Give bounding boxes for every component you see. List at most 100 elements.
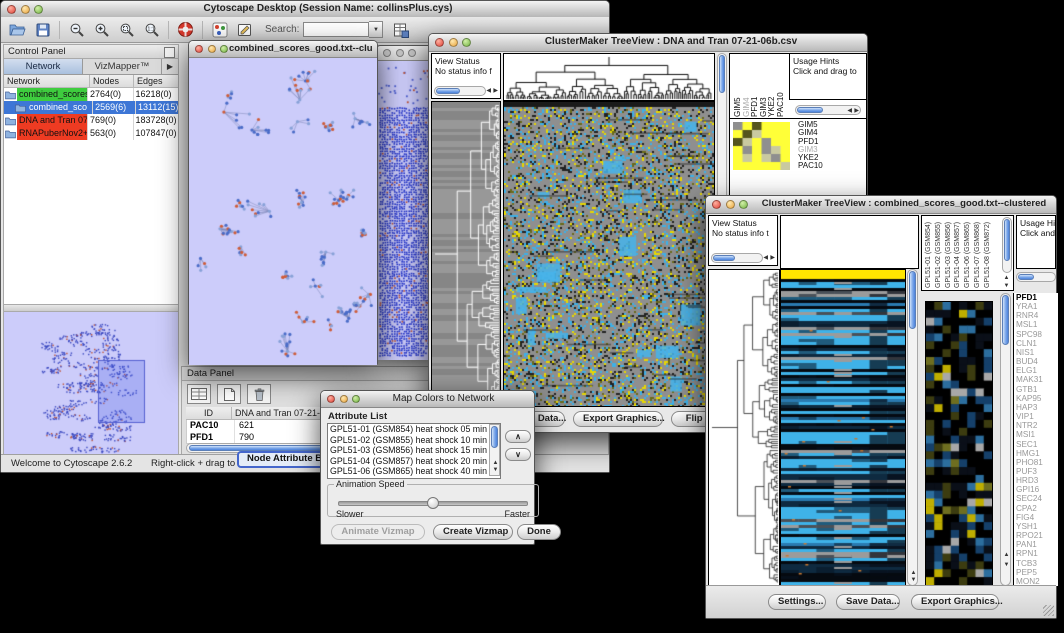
column-header-nodes[interactable]: Nodes — [90, 75, 134, 88]
scroll-left-arrow[interactable]: ◀ — [486, 88, 491, 94]
network-row[interactable]: combined_scores 2764(0) 16218(0) — [4, 88, 178, 101]
gene-label[interactable]: HMG1 — [1016, 449, 1058, 458]
gene-label[interactable]: HAP3 — [1016, 403, 1058, 412]
speed-slider-thumb[interactable] — [427, 497, 439, 509]
tv2-col-label[interactable]: GPL51-01 (GSM854) — [924, 218, 934, 288]
tv2-col-label[interactable]: GPL51-07 (GSM868) — [973, 218, 983, 288]
tv2-col-label[interactable]: GPL51-08 (GSM872) — [983, 218, 993, 288]
scroll-right-arrow[interactable]: ▶ — [854, 108, 859, 114]
gene-label[interactable]: PFD1 — [1016, 293, 1058, 302]
gene-label[interactable]: VIP1 — [1016, 412, 1058, 421]
attribute-item[interactable]: GPL51-06 (GSM865) heat shock 40 min — [328, 466, 488, 477]
done-button[interactable]: Done — [517, 524, 561, 540]
open-session-button[interactable] — [6, 19, 29, 40]
zoom-in-button[interactable] — [90, 19, 113, 40]
gene-label[interactable]: MAK31 — [1016, 375, 1058, 384]
zoom-button[interactable] — [34, 5, 43, 14]
close-button[interactable] — [327, 395, 335, 403]
tv1-heatmap[interactable] — [504, 102, 714, 406]
dialog-titlebar[interactable]: Map Colors to Network — [321, 391, 534, 408]
zoom-button[interactable] — [352, 395, 360, 403]
tv2-col-label[interactable]: GPL51-04 (GSM857) — [953, 218, 963, 288]
tv1-col-label[interactable]: GIM3 — [759, 55, 768, 117]
move-up-button[interactable]: ∧ — [505, 430, 531, 443]
zoom-button[interactable] — [462, 38, 471, 47]
scroll-down-arrow[interactable]: ▼ — [493, 467, 499, 473]
tv1-row-dendrogram[interactable] — [432, 102, 500, 406]
tv1-export-graphics-button[interactable]: Export Graphics... — [573, 411, 663, 427]
network-row[interactable]: RNAPuberNov2+ 563(0) 107847(0) — [4, 127, 178, 140]
scroll-up-arrow[interactable]: ▲ — [493, 460, 499, 466]
data-column-id[interactable]: ID — [186, 407, 232, 420]
gene-label[interactable]: BUD4 — [1016, 357, 1058, 366]
network-view-titlebar[interactable]: combined_scores_good.txt--cluste... — [189, 41, 377, 58]
gene-label[interactable]: SEC24 — [1016, 494, 1058, 503]
tv2-col-label[interactable]: GPL51-03 (GSM856) — [944, 218, 954, 288]
float-panel-icon[interactable] — [164, 47, 175, 58]
main-titlebar[interactable]: Cytoscape Desktop (Session Name: collins… — [1, 1, 609, 18]
column-header-network[interactable]: Network — [4, 75, 90, 88]
tab-network[interactable]: Network — [4, 59, 83, 74]
tv1-zoom-hscrollbar[interactable]: ◀ ▶ — [795, 105, 861, 115]
tab-overflow-button[interactable]: ▶ — [162, 59, 178, 74]
gene-label[interactable]: ELG1 — [1016, 366, 1058, 375]
import-table-icon[interactable] — [389, 19, 412, 40]
tv2-settings-button[interactable]: Settings... — [768, 594, 826, 610]
zoom-button[interactable] — [408, 49, 416, 57]
scroll-left-arrow[interactable]: ◀ — [847, 108, 852, 114]
panel-splitter[interactable] — [4, 304, 178, 312]
tab-vizmapper[interactable]: VizMapper™ — [83, 59, 162, 74]
minimize-button[interactable] — [726, 200, 735, 209]
speed-slider[interactable] — [338, 501, 528, 506]
minimize-button[interactable] — [449, 38, 458, 47]
tv2-export-graphics-button[interactable]: Export Graphics... — [911, 594, 999, 610]
attribute-item[interactable]: GPL51-04 (GSM857) heat shock 20 min — [328, 456, 488, 467]
gene-label[interactable]: RNR4 — [1016, 311, 1058, 320]
zoom-button[interactable] — [220, 45, 228, 53]
scroll-down-arrow[interactable]: ▼ — [1004, 562, 1010, 568]
scroll-up-arrow[interactable]: ▲ — [1004, 552, 1010, 558]
gene-label[interactable]: HRD3 — [1016, 476, 1058, 485]
column-header-edges[interactable]: Edges — [134, 75, 178, 88]
zoom-selected-button[interactable] — [115, 19, 138, 40]
close-button[interactable] — [7, 5, 16, 14]
gene-label[interactable]: MSL1 — [1016, 320, 1058, 329]
minimize-button[interactable] — [21, 5, 30, 14]
gene-label[interactable]: CPA2 — [1016, 504, 1058, 513]
tv2-gene-list-scrollbar[interactable]: ▲ ▼ — [1000, 293, 1011, 586]
gene-label[interactable]: SPC98 — [1016, 330, 1058, 339]
tv1-col-label[interactable]: YKE2 — [767, 55, 776, 117]
create-vizmap-button[interactable]: Create Vizmap — [433, 524, 513, 540]
tv2-col-label[interactable]: GPL51-02 (GSM855) — [934, 218, 944, 288]
gene-label[interactable]: MSI1 — [1016, 430, 1058, 439]
minimize-button[interactable] — [340, 395, 348, 403]
animate-vizmap-button[interactable]: Animate Vizmap — [331, 524, 425, 540]
close-button[interactable] — [383, 49, 391, 57]
attribute-item[interactable]: GPL51-02 (GSM855) heat shock 10 min — [328, 435, 488, 446]
network-overview-canvas[interactable] — [4, 312, 176, 469]
vizmapper-icon[interactable] — [208, 19, 231, 40]
gene-label[interactable]: RPO21 — [1016, 531, 1058, 540]
gene-label[interactable]: TCB3 — [1016, 559, 1058, 568]
gene-label[interactable]: NIS1 — [1016, 348, 1058, 357]
scroll-down-arrow[interactable]: ▼ — [1004, 283, 1010, 289]
annotation-icon[interactable] — [233, 19, 256, 40]
save-session-button[interactable] — [31, 19, 54, 40]
gene-label[interactable]: SEC1 — [1016, 440, 1058, 449]
gene-label[interactable]: PAN1 — [1016, 540, 1058, 549]
tv1-zoom-matrix[interactable] — [733, 122, 790, 170]
tv2-col-labels-scrollbar[interactable] — [1002, 217, 1012, 273]
tv2-status-hscrollbar[interactable] — [711, 253, 763, 263]
tv1-col-label[interactable]: PAC10 — [776, 55, 785, 117]
close-button[interactable] — [435, 38, 444, 47]
gene-label[interactable]: FIG4 — [1016, 513, 1058, 522]
table-icon[interactable] — [187, 384, 211, 404]
zoom-out-button[interactable] — [65, 19, 88, 40]
scroll-right-arrow[interactable]: ▶ — [493, 88, 498, 94]
scroll-up-arrow[interactable]: ▲ — [1004, 275, 1010, 281]
gene-label[interactable]: YSH1 — [1016, 522, 1058, 531]
background-network-canvas[interactable] — [377, 61, 435, 360]
scroll-down-arrow[interactable]: ▼ — [911, 577, 917, 583]
tv2-save-data-button[interactable]: Save Data... — [836, 594, 900, 610]
tv2-usage-hscrollbar[interactable] — [1016, 272, 1056, 282]
